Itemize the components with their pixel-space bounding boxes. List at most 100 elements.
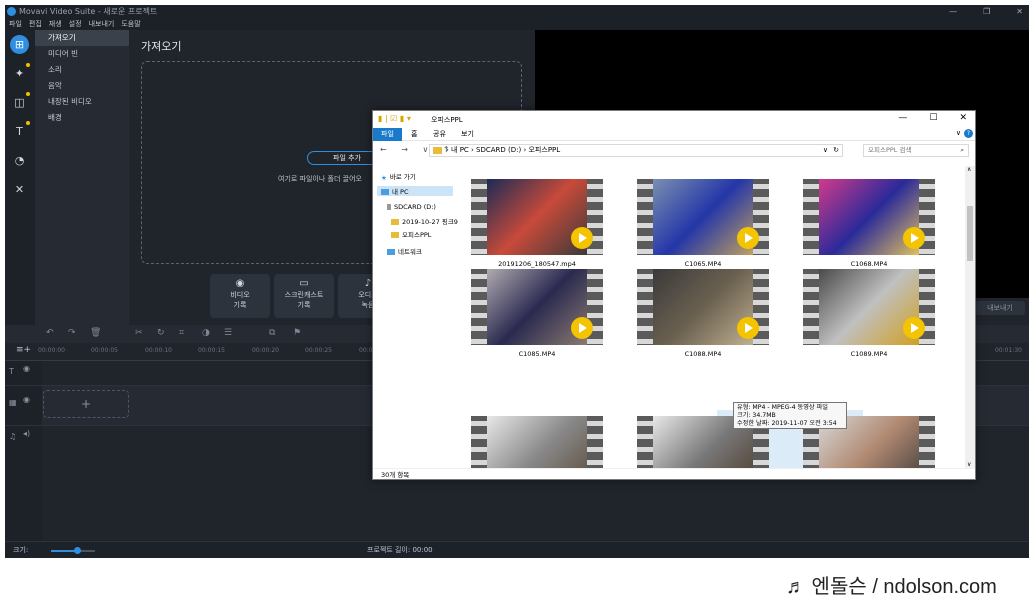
scroll-up-icon[interactable]: ∧ xyxy=(967,166,971,173)
quick-access-toolbar-icon[interactable]: ▮ | ☑ ▮ ▾ xyxy=(378,114,411,123)
play-icon xyxy=(737,317,759,339)
drive-icon xyxy=(387,204,391,210)
cut-icon[interactable]: ✂ xyxy=(135,328,143,338)
scroll-down-icon[interactable]: ∨ xyxy=(967,461,971,468)
subitem-builtin-video[interactable]: 내장된 비디오 xyxy=(35,94,129,110)
redo-icon[interactable]: ↷ xyxy=(68,328,76,338)
menu-play[interactable]: 재생 xyxy=(45,18,65,30)
play-icon xyxy=(737,227,759,249)
visibility-icon[interactable]: ◉ xyxy=(23,395,30,404)
color-icon[interactable]: ◑ xyxy=(202,328,210,338)
zoom-slider-handle[interactable] xyxy=(74,547,82,554)
play-icon xyxy=(903,227,925,249)
video-thumbnail xyxy=(487,416,587,468)
project-length: 프로젝트 길이: 00:00 xyxy=(367,546,433,554)
folder-icon xyxy=(391,232,399,238)
nav-quick-access[interactable]: ★ 바로 가기 xyxy=(381,171,416,182)
explorer-close-button[interactable]: ✕ xyxy=(959,113,967,123)
address-dropdown-icon[interactable]: ∨ xyxy=(823,145,828,156)
add-track-icon[interactable]: ≡+ xyxy=(16,345,31,355)
tab-home[interactable]: 홈 xyxy=(403,128,425,141)
explorer-maximize-button[interactable]: ☐ xyxy=(929,113,937,123)
subitem-sound[interactable]: 소리 xyxy=(35,62,129,78)
address-bar[interactable]: › 내 PC › SDCARD (D:) › 오피스PPL ∨ ↻ xyxy=(429,144,843,157)
nav-folder-pink9[interactable]: 2019-10-27 핑크9 xyxy=(391,216,458,226)
volume-icon[interactable]: ◂) xyxy=(23,429,30,438)
nav-folder-officeppl[interactable]: 오피스PPL xyxy=(391,229,431,239)
play-icon xyxy=(903,317,925,339)
file-tooltip: 유형: MP4 - MPEG-4 동영상 파일 크기: 34.7MB 수정한 날… xyxy=(733,402,847,429)
star-icon: ★ xyxy=(381,174,387,182)
add-clip-button[interactable]: + xyxy=(43,390,129,418)
import-subpanel: 가져오기 미디어 빈 소리 음악 내장된 비디오 배경 xyxy=(35,30,129,325)
subitem-import[interactable]: 가져오기 xyxy=(35,30,129,46)
subitem-background[interactable]: 배경 xyxy=(35,110,129,126)
transition-icon[interactable]: ◫ xyxy=(10,92,30,112)
title-bar: Movavi Video Suite - 새로운 프로젝트 — ❐ ✕ xyxy=(5,5,1029,18)
file-item[interactable] xyxy=(471,416,603,468)
pc-icon xyxy=(381,189,389,195)
refresh-icon[interactable]: ↻ xyxy=(833,145,839,156)
tab-file[interactable]: 파일 xyxy=(373,128,402,141)
tab-view[interactable]: 보기 xyxy=(453,128,482,141)
overlay-icon[interactable]: ⧉ xyxy=(269,328,275,338)
explorer-title-bar: ▮ | ☑ ▮ ▾ 오피스PPL — ☐ ✕ xyxy=(373,111,975,127)
scrollbar-thumb[interactable] xyxy=(967,206,973,261)
subitem-music[interactable]: 음악 xyxy=(35,78,129,94)
minimize-button[interactable]: — xyxy=(949,5,957,18)
search-input[interactable]: 오피스PPL 검색 ⌕ xyxy=(863,144,969,157)
file-item[interactable]: C1068.MP4 xyxy=(803,179,935,268)
marker-icon[interactable]: ⚑ xyxy=(293,328,301,338)
folder-icon xyxy=(391,219,399,225)
subitem-media-bin[interactable]: 미디어 빈 xyxy=(35,46,129,62)
nav-sdcard[interactable]: SDCARD (D:) xyxy=(387,203,436,211)
file-item[interactable]: C1089.MP4 xyxy=(803,269,935,358)
file-list: 20191206_180547.mp4 C1065.MP4 C1068.MP4 … xyxy=(459,166,964,468)
watermark-credit: ♬ 엔돌슨 / ndolson.com xyxy=(786,576,997,598)
screencast-button[interactable]: ▭ 스크린캐스트 기록 xyxy=(274,274,334,318)
folder-icon xyxy=(433,147,442,154)
menu-export[interactable]: 내보내기 xyxy=(85,18,118,30)
vertical-scrollbar[interactable]: ∧ ∨ xyxy=(965,166,975,468)
tools-icon[interactable]: ✕ xyxy=(10,180,29,199)
file-item[interactable]: C1088.MP4 xyxy=(637,269,769,358)
left-toolbar: ⊞ ✦ ◫ T ◔ ✕ xyxy=(5,30,35,330)
webcam-icon: ◉ xyxy=(235,278,245,289)
filter-icon[interactable]: ◔ xyxy=(10,151,29,170)
tab-share[interactable]: 공유 xyxy=(425,128,454,141)
menu-help[interactable]: 도움말 xyxy=(117,18,143,30)
menu-file[interactable]: 파일 xyxy=(5,18,25,30)
search-icon: ⌕ xyxy=(960,146,964,154)
rotate-icon[interactable]: ↻ xyxy=(157,328,165,338)
nav-this-pc[interactable]: 내 PC xyxy=(377,186,453,196)
audio-track-header: ♫ ◂) xyxy=(5,426,42,541)
explorer-status-bar: 30개 항목 xyxy=(373,468,975,480)
close-button[interactable]: ✕ xyxy=(1016,5,1023,18)
maximize-button[interactable]: ❐ xyxy=(983,5,990,18)
zoom-slider[interactable] xyxy=(51,547,95,554)
crop-icon[interactable]: ⌗ xyxy=(179,328,184,338)
record-video-button[interactable]: ◉ 비디오 기록 xyxy=(210,274,270,318)
undo-icon[interactable]: ↶ xyxy=(46,328,54,338)
menu-settings[interactable]: 설정 xyxy=(65,18,85,30)
explorer-minimize-button[interactable]: — xyxy=(898,113,907,123)
help-icon[interactable]: ? xyxy=(964,129,973,138)
visibility-icon[interactable]: ◉ xyxy=(23,364,30,373)
nav-network[interactable]: 네트워크 xyxy=(387,246,422,256)
address-bar-row: ← → ∨ ↑ › 내 PC › SDCARD (D:) › 오피스PPL ∨ … xyxy=(373,141,975,159)
window-title: Movavi Video Suite - 새로운 프로젝트 xyxy=(19,7,158,16)
ribbon-expand-icon[interactable]: ∨ xyxy=(956,129,961,137)
magic-wand-icon[interactable]: ✦ xyxy=(10,63,30,83)
explorer-title: 오피스PPL xyxy=(431,116,463,124)
delete-icon[interactable]: 🗑 xyxy=(90,328,101,338)
import-icon[interactable]: ⊞ xyxy=(10,35,29,54)
file-item[interactable]: 20191206_180547.mp4 xyxy=(471,179,603,268)
title-icon[interactable]: T xyxy=(10,121,30,141)
video-track-header: ▦ ◉ xyxy=(5,386,42,425)
scale-label: 크기: xyxy=(13,546,29,554)
file-item[interactable]: C1065.MP4 xyxy=(637,179,769,268)
properties-icon[interactable]: ☰ xyxy=(224,328,232,338)
menu-edit[interactable]: 편집 xyxy=(25,18,45,30)
export-button[interactable]: 내보내기 xyxy=(975,301,1025,315)
file-item[interactable]: C1085.MP4 xyxy=(471,269,603,358)
